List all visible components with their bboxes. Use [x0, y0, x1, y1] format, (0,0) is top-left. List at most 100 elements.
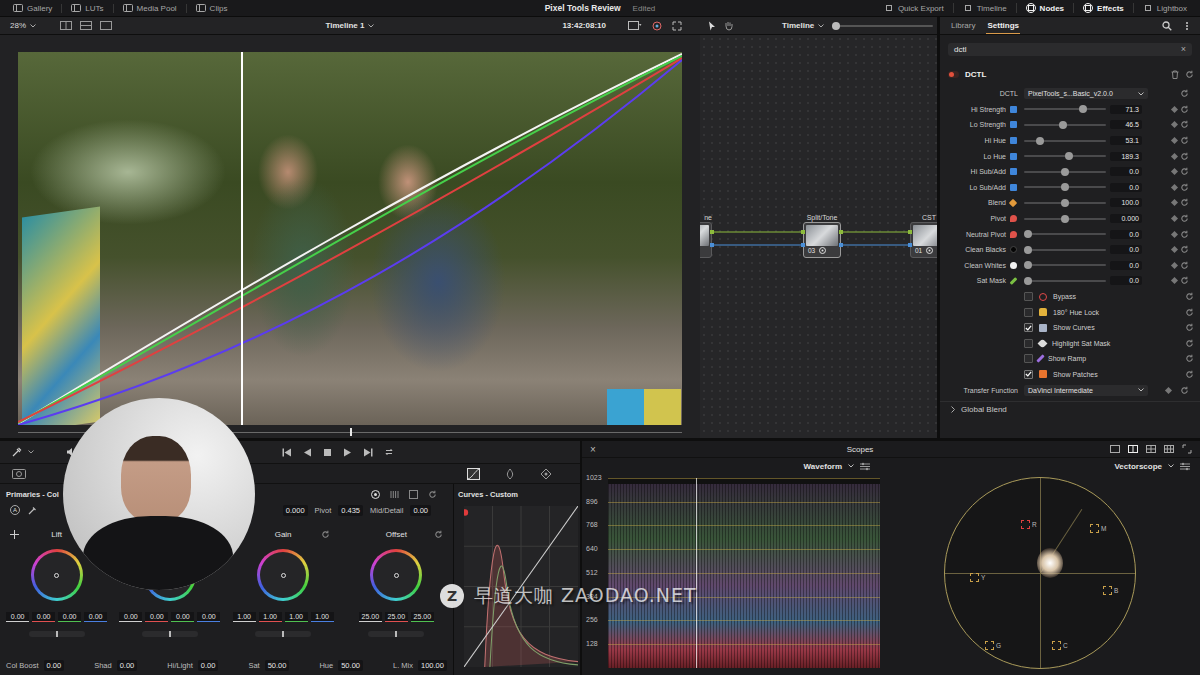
- slider[interactable]: [1024, 140, 1106, 142]
- slider[interactable]: [1024, 249, 1106, 251]
- skip-start-icon[interactable]: [282, 448, 292, 457]
- window-icon[interactable]: [540, 468, 552, 480]
- reset-icon[interactable]: [1180, 89, 1189, 98]
- channel-value[interactable]: 0.00: [171, 612, 194, 622]
- checkbox[interactable]: [1024, 323, 1033, 332]
- menu-icon[interactable]: [1182, 21, 1192, 31]
- slider[interactable]: [1024, 218, 1106, 220]
- inspector-tab[interactable]: Library: [950, 18, 976, 34]
- workspace-button[interactable]: LUTs: [61, 4, 112, 13]
- playhead[interactable]: [350, 428, 352, 436]
- channel-value[interactable]: 1.00: [285, 612, 308, 622]
- quad-layout-icon[interactable]: [1146, 445, 1156, 453]
- value-field[interactable]: 46.5: [1110, 120, 1142, 129]
- checkbox-row[interactable]: Highlight Sat Mask: [940, 336, 1200, 352]
- clear-button[interactable]: ×: [1181, 45, 1186, 54]
- channel-value[interactable]: 0.00: [6, 612, 29, 622]
- node[interactable]: ne: [700, 213, 712, 258]
- page-toggle[interactable]: Effects: [1073, 3, 1133, 13]
- reset-icon[interactable]: [1180, 245, 1189, 254]
- reset-icon[interactable]: [428, 490, 437, 499]
- node[interactable]: CST01: [910, 213, 937, 258]
- slider[interactable]: [1024, 264, 1106, 266]
- reset-icon[interactable]: [321, 530, 330, 539]
- transfer-dropdown[interactable]: DaVinci Intermediate: [1024, 385, 1148, 396]
- workspace-button[interactable]: Gallery: [4, 4, 61, 13]
- slider-thumb[interactable]: [1024, 246, 1032, 254]
- reset-icon[interactable]: [1185, 339, 1194, 348]
- value-field[interactable]: 189.3: [1110, 152, 1142, 161]
- reset-icon[interactable]: [1180, 152, 1189, 161]
- expand-icon[interactable]: [1182, 444, 1192, 454]
- node-box[interactable]: [700, 222, 712, 258]
- slider-thumb[interactable]: [1061, 199, 1069, 207]
- page-toggle[interactable]: Lightbox: [1133, 3, 1196, 13]
- reset-icon[interactable]: [1180, 230, 1189, 239]
- checkbox[interactable]: [1024, 308, 1033, 317]
- adjustment-field[interactable]: Col Boost0.00: [6, 660, 64, 671]
- value-field[interactable]: 53.1: [1110, 136, 1142, 145]
- channel-value[interactable]: 0.00: [58, 612, 81, 622]
- trash-icon[interactable]: [1171, 70, 1179, 79]
- checkbox[interactable]: [1024, 339, 1033, 348]
- close-button[interactable]: ×: [590, 444, 610, 455]
- color-wheel-icon[interactable]: [652, 21, 662, 31]
- keyframe-icon[interactable]: [1170, 106, 1177, 113]
- slider-thumb[interactable]: [1036, 137, 1044, 145]
- checkbox-row[interactable]: Bypass: [940, 289, 1200, 305]
- value-field[interactable]: 0.0: [1110, 276, 1142, 285]
- checkbox-row[interactable]: Show Patches: [940, 367, 1200, 383]
- node[interactable]: Split/Tone03: [803, 213, 841, 258]
- channel-value[interactable]: 0.00: [32, 612, 55, 622]
- slider-thumb[interactable]: [1059, 121, 1067, 129]
- chevron-icon[interactable]: [848, 464, 854, 468]
- keyframe-icon[interactable]: [1170, 215, 1177, 222]
- checkbox-row[interactable]: Show Ramp: [940, 351, 1200, 367]
- settings-icon[interactable]: [1180, 462, 1190, 471]
- channel-value[interactable]: 25.00: [385, 612, 408, 622]
- reset-icon[interactable]: [1185, 354, 1194, 363]
- reset-icon[interactable]: [1180, 276, 1189, 285]
- color-wheel[interactable]: [370, 549, 422, 601]
- reset-icon[interactable]: [1185, 370, 1194, 379]
- channel-value[interactable]: 0.00: [145, 612, 168, 622]
- wipe-icon[interactable]: [100, 21, 112, 30]
- search-icon[interactable]: [1162, 21, 1172, 31]
- node-mode-dropdown[interactable]: Timeline: [782, 21, 824, 30]
- reset-icon[interactable]: [1180, 183, 1189, 192]
- auto-balance-button[interactable]: A: [10, 505, 20, 515]
- loop-icon[interactable]: [384, 447, 394, 457]
- adjustment-field[interactable]: Sat50.00: [248, 660, 289, 671]
- channel-value[interactable]: 0.00: [119, 612, 142, 622]
- checkbox-row[interactable]: Show Curves: [940, 320, 1200, 336]
- reset-icon[interactable]: [1185, 308, 1194, 317]
- reset-icon[interactable]: [1180, 214, 1189, 223]
- channel-value[interactable]: 1.00: [259, 612, 282, 622]
- bars-mode-icon[interactable]: [390, 490, 399, 499]
- page-toggle[interactable]: Timeline: [953, 3, 1016, 13]
- master-wheel[interactable]: [368, 631, 424, 637]
- chevron-icon[interactable]: [28, 450, 34, 454]
- value-field[interactable]: 0.0: [1110, 245, 1142, 254]
- qualifier-icon[interactable]: [504, 468, 516, 480]
- channel-value[interactable]: 1.00: [311, 612, 334, 622]
- keyframe-icon[interactable]: [1170, 137, 1177, 144]
- play-icon[interactable]: [343, 448, 352, 457]
- value-field[interactable]: 71.3: [1110, 105, 1142, 114]
- value-field[interactable]: 0.000: [1110, 214, 1142, 223]
- adjustment-field[interactable]: Hue50.00: [319, 660, 363, 671]
- slider[interactable]: [1024, 186, 1106, 188]
- channel-value[interactable]: 25.00: [411, 612, 434, 622]
- channel-value[interactable]: 0.00: [197, 612, 220, 622]
- picker-icon[interactable]: [28, 506, 37, 515]
- keyframe-icon[interactable]: [1164, 387, 1171, 394]
- slider-thumb[interactable]: [1065, 152, 1073, 160]
- workspace-button[interactable]: Media Pool: [113, 4, 186, 13]
- mid-detail-field[interactable]: 0.00: [410, 505, 431, 516]
- color-wheel[interactable]: [31, 549, 83, 601]
- value-field[interactable]: 0.0: [1110, 183, 1142, 192]
- zoom-dropdown[interactable]: 28%: [10, 21, 36, 30]
- reset-icon[interactable]: [1180, 120, 1189, 129]
- slider[interactable]: [1024, 171, 1106, 173]
- reset-icon[interactable]: [1180, 198, 1189, 207]
